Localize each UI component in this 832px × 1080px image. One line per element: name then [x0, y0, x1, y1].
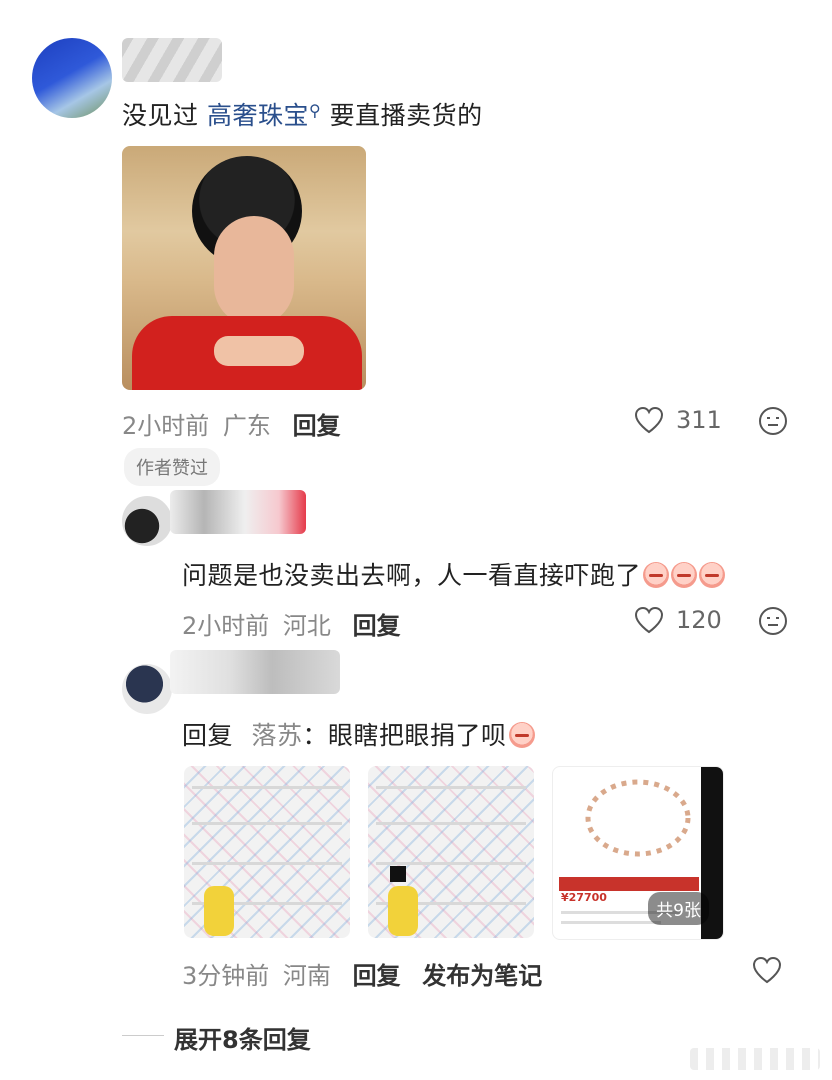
comment-time: 2小时前 [122, 412, 210, 440]
reply-text-body: ：眼瞎把眼捐了呗 [302, 721, 507, 750]
reply-text: 回复 落苏：眼瞎把眼捐了呗 [182, 716, 535, 752]
reply-text: 问题是也没卖出去啊，人一看直接吓跑了 [182, 556, 726, 592]
crying-emoji-icon [699, 562, 726, 588]
reply-location: 河南 [282, 962, 331, 990]
dislike-face-icon[interactable] [758, 406, 788, 436]
comment-text-suffix: 要直播卖货的 [329, 101, 483, 130]
reply-username-blurred[interactable] [170, 650, 340, 694]
reply-image-2[interactable] [368, 766, 534, 938]
heart-icon [634, 406, 664, 434]
heart-icon[interactable] [752, 956, 782, 984]
like-count: 311 [676, 406, 722, 434]
commenter-avatar[interactable] [32, 38, 112, 118]
crying-emoji-icon [671, 562, 698, 588]
crying-emoji-icon [643, 562, 670, 588]
author-liked-badge: 作者赞过 [124, 448, 220, 486]
like-button[interactable]: 311 [634, 406, 722, 434]
topic-link[interactable]: 高奢珠宝 [207, 101, 309, 130]
search-icon: ⚲ [308, 101, 322, 120]
reply-avatar[interactable] [122, 664, 172, 714]
pig-emoji-icon [508, 722, 535, 748]
watermark [690, 1048, 820, 1070]
comment-location: 广东 [222, 412, 271, 440]
dislike-face-icon[interactable] [758, 606, 788, 636]
price-label: ¥27700 [561, 891, 607, 904]
reply-meta: 3分钟前 河南 回复 发布为笔记 [182, 956, 542, 991]
like-count: 120 [676, 606, 722, 634]
reply-button[interactable]: 回复 [293, 412, 341, 440]
comment-text-prefix: 没见过 [122, 101, 199, 130]
reply-image-3[interactable]: ¥27700 共9张 [552, 766, 724, 940]
reply-prefix: 回复 [182, 721, 234, 750]
reply-avatar[interactable] [122, 496, 172, 546]
reply-target-user[interactable]: 落苏 [251, 721, 302, 750]
reply-meta: 2小时前 河北 回复 [182, 606, 401, 641]
image-count-badge: 共9张 [648, 892, 709, 925]
reply-location: 河北 [282, 612, 331, 640]
expand-divider [122, 1035, 164, 1036]
reply-time: 2小时前 [182, 612, 270, 640]
commenter-username-blurred[interactable] [122, 38, 222, 82]
reply-button[interactable]: 回复 [353, 612, 401, 640]
comment-meta: 2小时前 广东 回复 [122, 406, 341, 441]
comment-image[interactable] [122, 146, 366, 390]
reply-text-body: 问题是也没卖出去啊，人一看直接吓跑了 [182, 561, 642, 590]
bracelet-image [585, 779, 691, 857]
publish-as-note-button[interactable]: 发布为笔记 [422, 962, 542, 990]
reply-button[interactable]: 回复 [353, 962, 401, 990]
reply-image-1[interactable] [184, 766, 350, 938]
reply-time: 3分钟前 [182, 962, 270, 990]
reply-username-blurred[interactable] [170, 490, 306, 534]
expand-replies-button[interactable]: 展开8条回复 [174, 1020, 311, 1055]
heart-icon [634, 606, 664, 634]
like-button[interactable]: 120 [634, 606, 722, 634]
comment-text: 没见过 高奢珠宝⚲ 要直播卖货的 [122, 96, 483, 132]
